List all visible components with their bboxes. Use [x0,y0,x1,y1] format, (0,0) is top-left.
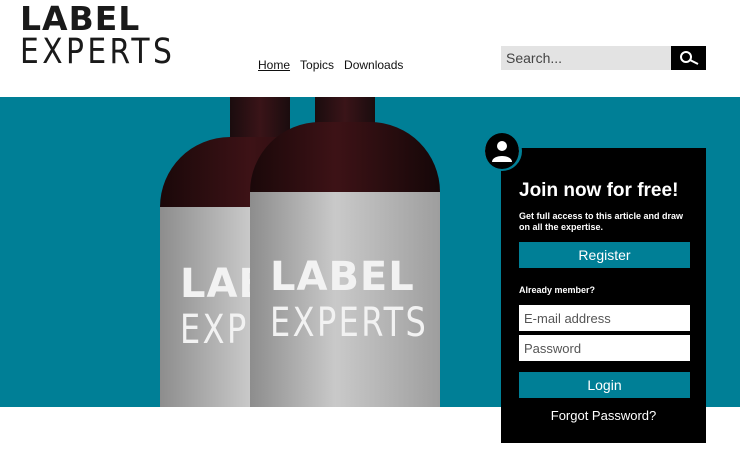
logo-line-1: LABEL [20,0,141,38]
bottle-label-text-3: LABEL [270,253,415,300]
forgot-password-link[interactable]: Forgot Password? [501,408,706,423]
search-input[interactable] [501,46,671,70]
main-nav: Home Topics Downloads [258,58,403,72]
hero-bottle-front: LABEL EXPERTS [250,97,440,407]
site-logo[interactable]: LABEL EXPERTS [20,2,203,70]
register-button[interactable]: Register [519,242,690,268]
bottle-label-text-4: EXPERTS [270,299,429,346]
nav-item-home[interactable]: Home [258,58,290,72]
join-title: Join now for free! [519,180,679,201]
login-button[interactable]: Login [519,372,690,398]
join-panel: Join now for free! Get full access to th… [501,148,706,443]
logo-line-2: EXPERTS [20,32,176,72]
nav-item-topics[interactable]: Topics [300,58,334,72]
user-icon [492,141,512,162]
join-description: Get full access to this article and draw… [519,211,684,232]
email-field[interactable] [519,305,690,331]
search-button[interactable] [671,46,706,70]
nav-item-downloads[interactable]: Downloads [344,58,403,72]
search-bar [501,46,706,70]
search-icon [679,51,698,65]
avatar [482,131,522,171]
already-member-label: Already member? [519,285,596,295]
password-field[interactable] [519,335,690,361]
